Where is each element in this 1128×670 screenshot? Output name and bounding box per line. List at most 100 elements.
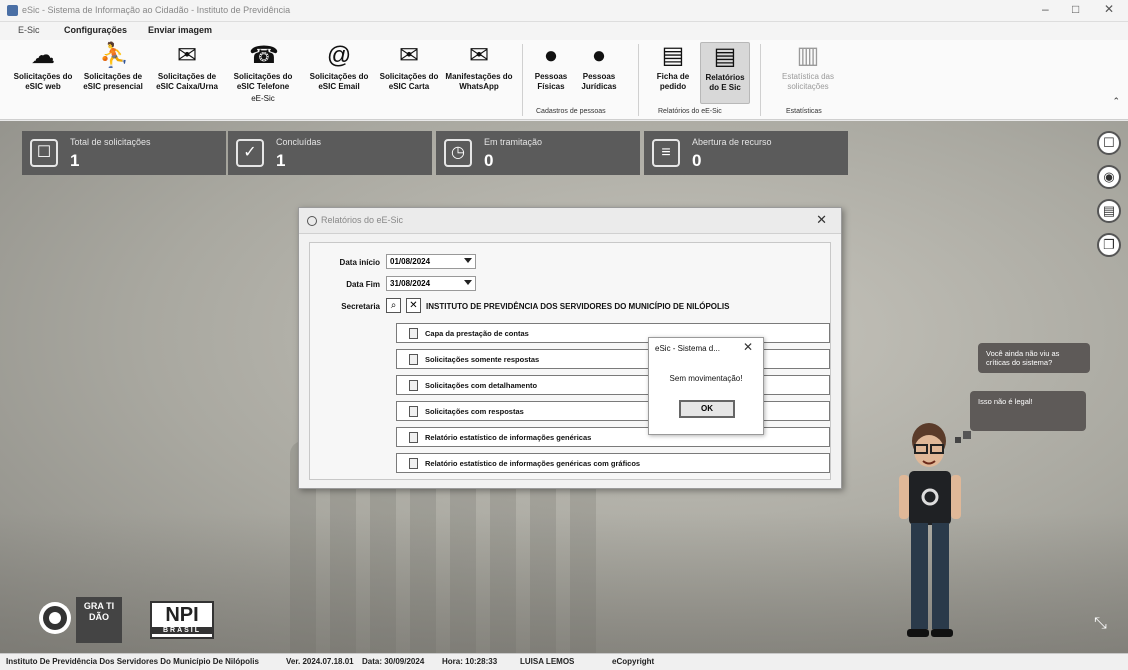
speech-bubble: Isso não é legal!: [970, 391, 1086, 431]
report-label: Relatório estatístico de informações gen…: [425, 433, 592, 442]
date-start-value: 01/08/2024: [390, 257, 431, 266]
relatorios-button[interactable]: ▤ Relatórios do E Sic: [700, 42, 750, 104]
esic-presencial-button[interactable]: ⛹ Solicitações de eSIC presencial: [78, 42, 148, 104]
tab-enviar-imagem[interactable]: Enviar imagem: [148, 25, 212, 35]
npi-mark: NPI: [165, 604, 199, 626]
pessoas-juridicas-label: Pessoas Jurídicas: [581, 72, 617, 91]
resize-icon: ⤡: [1094, 615, 1107, 632]
message-title: eSic - Sistema d...: [655, 344, 720, 353]
windows-icon[interactable]: ❐: [1097, 233, 1121, 257]
medal-icon[interactable]: ◉: [1097, 165, 1121, 189]
relatorios-label: Relatórios do E Sic: [705, 73, 745, 92]
at-sign-icon: @: [326, 42, 352, 69]
esic-caixa-label: Solicitações de eSIC Caixa/Urna: [156, 72, 218, 91]
person-desk-icon: ⛹: [99, 42, 129, 69]
npi-logo: NPI BRASIL: [150, 601, 214, 639]
search-icon[interactable]: ⌕: [386, 298, 401, 313]
stats-icon: ▥: [796, 42, 820, 69]
esic-email-button[interactable]: @ Solicitações do eSIC Email: [304, 42, 374, 104]
dialog-close-button[interactable]: ✕: [816, 212, 827, 228]
report-estatistico-graficos-button[interactable]: Relatório estatístico de informações gen…: [396, 453, 830, 473]
chevron-down-icon[interactable]: [464, 258, 472, 263]
gratidao-logo: GRA TI DÃO: [76, 597, 122, 643]
date-end-field[interactable]: 31/08/2024: [386, 276, 476, 291]
pessoas-juridicas-button[interactable]: ● Pessoas Jurídicas: [574, 42, 624, 104]
report-label: Solicitações somente respostas: [425, 355, 540, 364]
stat-recurso[interactable]: ≡ Abertura de recurso 0: [644, 131, 848, 175]
chat-icon[interactable]: ☐: [1097, 131, 1121, 155]
esic-carta-label: Solicitações do eSIC Carta: [379, 72, 439, 91]
app-icon: [7, 5, 18, 16]
status-copyright: eCopyright: [612, 657, 655, 666]
stat-concluidas-value: 1: [276, 151, 286, 170]
esic-email-label: Solicitações do eSIC Email: [309, 72, 369, 91]
stat-total[interactable]: ☐ Total de solicitações 1: [22, 131, 226, 175]
esic-caixa-button[interactable]: ✉ Solicitações de eSIC Caixa/Urna: [152, 42, 222, 104]
report-icon: [409, 432, 418, 443]
date-end-value: 31/08/2024: [390, 279, 431, 288]
window-titlebar: eSic - Sistema de Informação ao Cidadão …: [0, 0, 1128, 22]
document-check-icon: ✓: [236, 139, 264, 167]
minimize-button[interactable]: –: [1042, 2, 1049, 16]
seal-logo: [39, 602, 71, 634]
report-somente-respostas-button[interactable]: Solicitações somente respostas: [396, 349, 830, 369]
stat-concluidas[interactable]: ✓ Concluídas 1: [228, 131, 432, 175]
report-detalhamento-button[interactable]: Solicitações com detalhamento: [396, 375, 830, 395]
whatsapp-label: Manifestações do WhatsApp: [445, 72, 513, 91]
report-estatistico-button[interactable]: Relatório estatístico de informações gen…: [396, 427, 830, 447]
report-icon: [409, 458, 418, 469]
report-icon: [409, 354, 418, 365]
dialog-title: Relatórios do eE-Sic: [321, 215, 404, 225]
report-capa-button[interactable]: Capa da prestação de contas: [396, 323, 830, 343]
collapse-ribbon-icon[interactable]: ⌃: [1112, 96, 1120, 107]
document-icon[interactable]: ▤: [1097, 199, 1121, 223]
esic-telefone-button[interactable]: ☎ Solicitações do eSIC Telefone eE-Sic: [228, 42, 298, 104]
pessoas-fisicas-button[interactable]: ● Pessoas Físicas: [526, 42, 576, 104]
estatistica-button[interactable]: ▥ Estatística das solicitações: [770, 42, 846, 104]
esic-web-button[interactable]: ☁ Solicitações do eSIC web: [8, 42, 78, 104]
stat-tramitacao[interactable]: ◷ Em tramitação 0: [436, 131, 640, 175]
chat-icon: ☐: [30, 139, 58, 167]
stat-tramitacao-value: 0: [484, 151, 494, 170]
group-estatisticas: Estatísticas: [786, 108, 822, 115]
ribbon-separator: [522, 44, 523, 116]
report-com-respostas-button[interactable]: Solicitações com respostas: [396, 401, 830, 421]
mascot-character: [899, 423, 971, 637]
dialog-titlebar: Relatórios do eE-Sic ✕: [299, 208, 841, 234]
whatsapp-button[interactable]: ✉ Manifestações do WhatsApp: [444, 42, 514, 104]
message-close-button[interactable]: ✕: [743, 340, 753, 354]
message-box: eSic - Sistema d... ✕ Sem movimentação! …: [648, 337, 764, 435]
document-list-icon: ≡: [652, 139, 680, 167]
envelope-send-icon: ✉: [468, 42, 490, 69]
ok-button[interactable]: OK: [679, 400, 735, 418]
stat-total-value: 1: [70, 151, 80, 170]
message-text: Sem movimentação!: [669, 374, 743, 383]
esic-web-label: Solicitações do eSIC web: [13, 72, 73, 91]
status-user: LUISA LEMOS: [520, 657, 575, 666]
esic-carta-button[interactable]: ✉ Solicitações do eSIC Carta: [374, 42, 444, 104]
stat-total-label: Total de solicitações: [70, 137, 151, 147]
window-title: eSic - Sistema de Informação ao Cidadão …: [22, 5, 291, 15]
chevron-down-icon[interactable]: [464, 280, 472, 285]
esic-telefone-sub: eE-Sic: [251, 94, 275, 103]
person-icon: ●: [591, 42, 607, 69]
headset-icon: ☎: [249, 42, 279, 69]
pessoas-fisicas-label: Pessoas Físicas: [534, 72, 568, 91]
maximize-button[interactable]: □: [1072, 2, 1079, 16]
stat-concluidas-label: Concluídas: [276, 137, 322, 147]
estatistica-label: Estatística das solicitações: [781, 72, 835, 91]
stat-tramitacao-label: Em tramitação: [484, 137, 543, 147]
form-icon: ▤: [661, 42, 685, 69]
npi-logo-text: BRASIL: [152, 627, 212, 634]
tab-configuracoes[interactable]: Configurações: [64, 25, 127, 35]
report-icon: [409, 380, 418, 391]
status-version: Ver. 2024.07.18.01: [286, 657, 354, 666]
date-start-field[interactable]: 01/08/2024: [386, 254, 476, 269]
clear-icon[interactable]: ✕: [406, 298, 421, 313]
close-window-button[interactable]: ✕: [1104, 2, 1114, 16]
ribbon: ☁ Solicitações do eSIC web ⛹ Solicitaçõe…: [0, 40, 1128, 120]
ficha-pedido-button[interactable]: ▤ Ficha de pedido: [648, 42, 698, 104]
status-time: Hora: 10:28:33: [442, 657, 498, 666]
ribbon-separator: [760, 44, 761, 116]
tab-esic[interactable]: E-Sic: [18, 25, 40, 35]
